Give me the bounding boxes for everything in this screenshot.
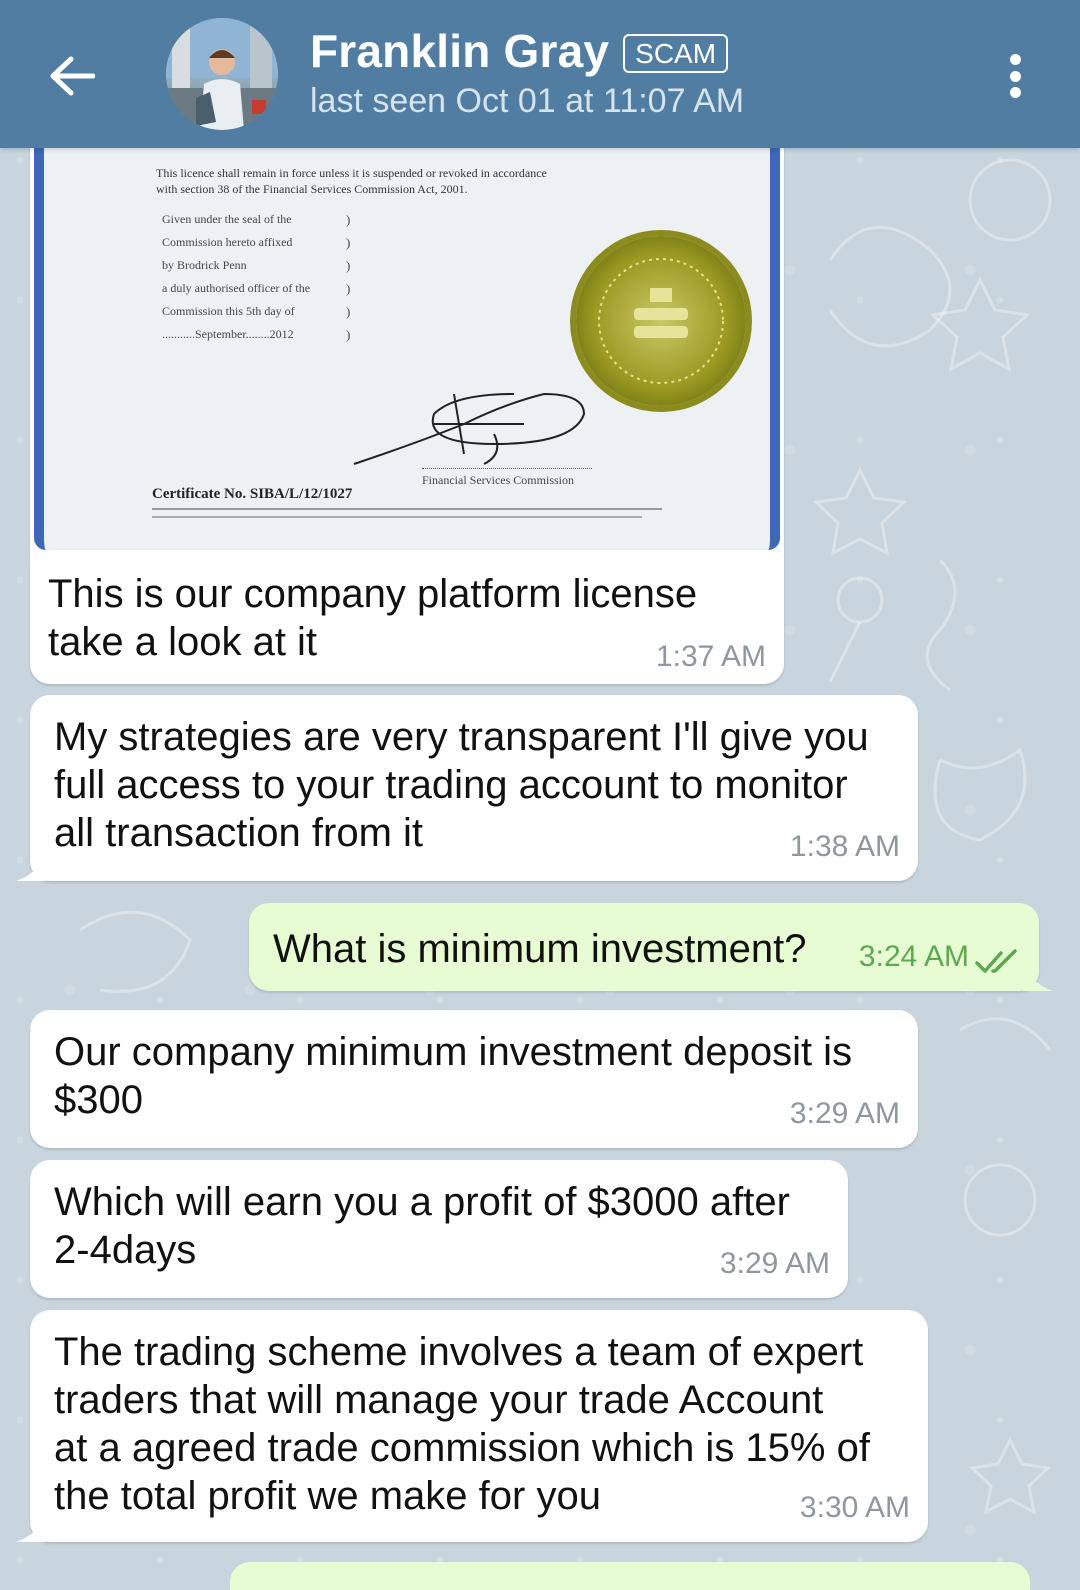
svg-text:): ) <box>346 258 350 273</box>
license-text-line: with section 38 of the Financial Service… <box>156 182 468 196</box>
message-bubble-incoming[interactable]: The trading scheme involves a team of ex… <box>16 1310 928 1542</box>
signature-mark <box>353 392 586 465</box>
svg-text:): ) <box>346 281 350 296</box>
arrow-left-icon <box>50 56 95 96</box>
license-seal-line: Commission hereto affixed <box>162 235 293 249</box>
license-seal-line: ...........September........2012 <box>162 327 294 341</box>
double-check-icon <box>975 949 1017 973</box>
message-text: My strategies are very transparent I'll … <box>54 715 869 855</box>
message-time: 3:29 AM <box>719 1247 830 1280</box>
message-text: What is minimum investment? <box>273 927 807 971</box>
message-time: 3:30 AM <box>799 1491 910 1524</box>
svg-text:): ) <box>346 235 350 250</box>
last-seen-status: last seen Oct 01 at 11:07 AM <box>310 82 745 120</box>
message-time: 1:38 AM <box>789 830 900 863</box>
license-seal-line: Given under the seal of the <box>162 212 292 226</box>
license-photo[interactable]: This licence shall remain in force unles… <box>34 148 780 550</box>
more-menu-button[interactable] <box>990 46 1040 106</box>
message-bubble-incoming[interactable]: My strategies are very transparent I'll … <box>16 695 918 881</box>
chat-header: Franklin Gray SCAM last seen Oct 01 at 1… <box>0 0 1080 148</box>
svg-text:): ) <box>346 212 350 227</box>
menu-dot <box>1009 87 1021 98</box>
fine-print-line <box>152 508 662 510</box>
bubble-tail <box>1023 967 1053 991</box>
bracket-marks: ))) ))) <box>346 212 350 342</box>
svg-text:): ) <box>346 304 350 319</box>
scam-badge: SCAM <box>623 33 729 73</box>
more-vertical-icon <box>1009 54 1021 65</box>
message-text: Which will earn you a profit of $3000 af… <box>54 1180 790 1272</box>
message-text: The trading scheme involves a team of ex… <box>54 1330 870 1518</box>
fsc-seal-icon <box>598 258 724 384</box>
fine-print-line <box>152 516 642 518</box>
avatar[interactable] <box>166 18 278 130</box>
message-time: 3:24 AM <box>858 940 969 973</box>
message-time: 1:37 AM <box>655 640 766 673</box>
menu-dot <box>1009 70 1021 82</box>
message-bubble-outgoing-partial[interactable] <box>230 1562 1030 1590</box>
license-seal-line: a duly authorised officer of the <box>162 281 311 295</box>
back-button[interactable] <box>40 44 104 108</box>
message-bubble-outgoing[interactable]: What is minimum investment? 3:24 AM <box>249 903 1053 991</box>
certificate-number: Certificate No. SIBA/L/12/1027 <box>152 486 353 502</box>
bubble-tail <box>16 857 46 881</box>
message-bubble-incoming[interactable]: Our company minimum investment deposit i… <box>30 1010 918 1148</box>
bubble-tail <box>16 1518 46 1542</box>
message-text: This is our company platform license tak… <box>48 572 698 664</box>
svg-text:): ) <box>346 327 350 342</box>
gold-seal <box>576 236 746 406</box>
license-seal-line: by Brodrick Penn <box>162 258 247 272</box>
message-bubble-incoming[interactable]: Which will earn you a profit of $3000 af… <box>30 1160 848 1298</box>
avatar-photo <box>166 18 278 130</box>
signature-caption: Financial Services Commission <box>422 468 592 488</box>
license-text-line: This licence shall remain in force unles… <box>156 166 547 180</box>
title-row[interactable]: Franklin Gray SCAM <box>310 24 729 78</box>
message-bubble-license[interactable]: This licence shall remain in force unles… <box>30 120 784 684</box>
license-seal-line: Commission this 5th day of <box>162 304 295 318</box>
contact-name: Franklin Gray <box>310 25 610 77</box>
message-text: Our company minimum investment deposit i… <box>54 1030 853 1122</box>
message-time: 3:29 AM <box>789 1097 900 1130</box>
